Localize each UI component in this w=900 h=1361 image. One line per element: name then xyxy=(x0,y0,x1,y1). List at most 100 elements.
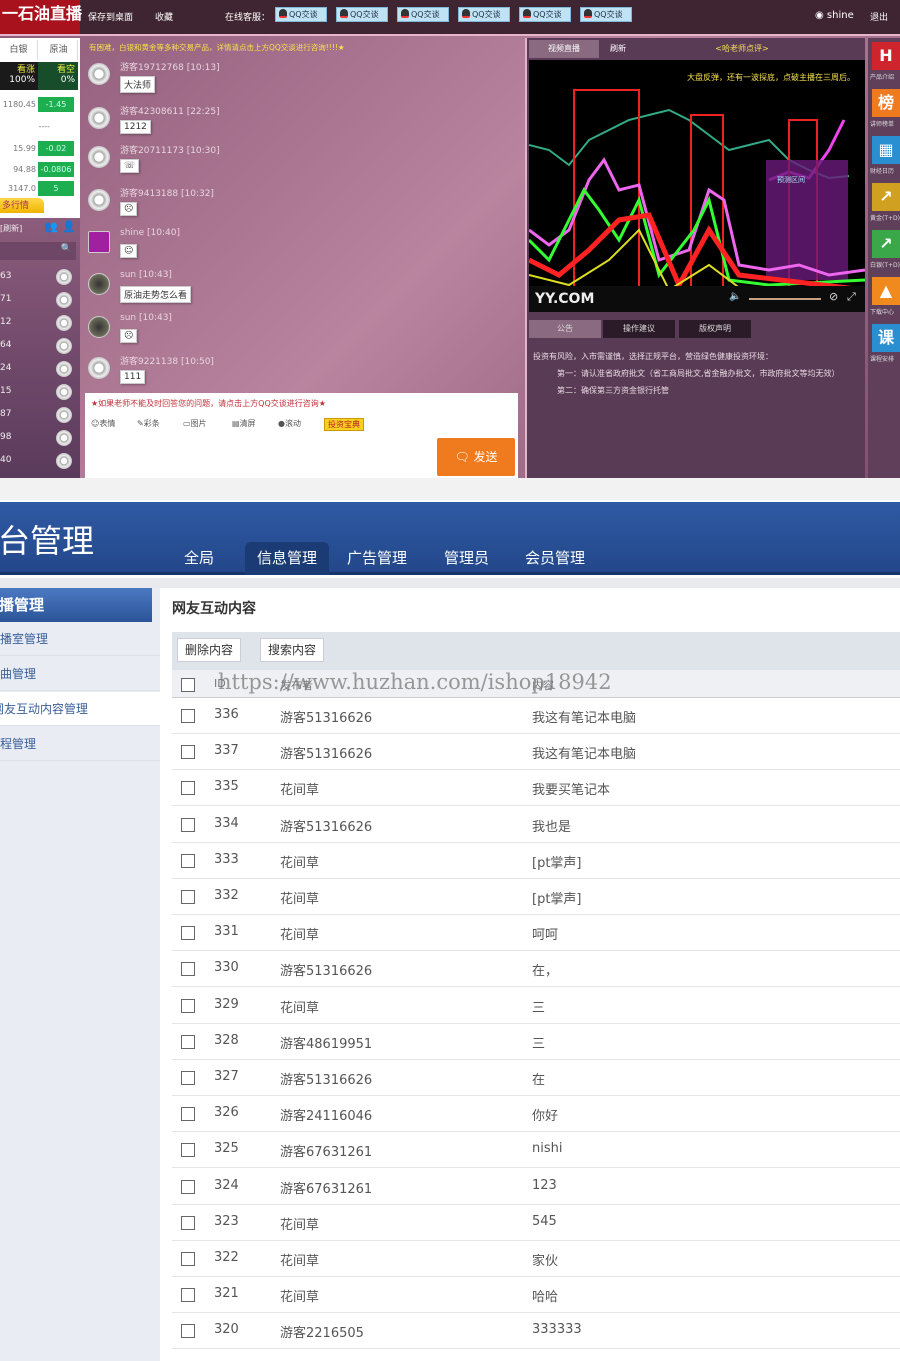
side-gold-icon[interactable]: ↗ xyxy=(872,183,900,211)
delete-content-button[interactable]: 删除内容 xyxy=(177,638,242,662)
sidebar-item[interactable]: 网友互动内容管理 xyxy=(0,692,160,726)
row-checkbox[interactable] xyxy=(181,853,195,868)
tab-copyright[interactable]: 版权声明 xyxy=(679,320,751,338)
tab-announcement[interactable]: 公告 xyxy=(529,320,601,338)
save-to-desktop-link[interactable]: 保存到桌面 xyxy=(88,10,133,23)
table-row[interactable]: 320 游客2216505 333333 xyxy=(172,1313,900,1350)
user-list-item[interactable]: 15 xyxy=(0,383,80,403)
volume-slider[interactable] xyxy=(749,298,821,300)
volume-icon[interactable]: 🔈 xyxy=(729,291,741,302)
row-checkbox[interactable] xyxy=(181,1215,195,1230)
refresh-users[interactable]: [刷新] xyxy=(0,223,22,234)
row-checkbox[interactable] xyxy=(181,709,195,723)
investment-guide-button[interactable]: 投资宝典 xyxy=(324,418,364,431)
table-row[interactable]: 337 游客51316626 我这有笔记本电脑 xyxy=(172,734,900,771)
nav-tab[interactable]: 会员管理 xyxy=(513,542,597,575)
user-name[interactable]: ◉ shine xyxy=(815,10,854,21)
video-player[interactable]: 大盘反弹，还有一波探底，点破主播在三周后。 预测区间 xyxy=(527,60,866,312)
table-row[interactable]: 333 花间草 [pt掌声] xyxy=(172,843,900,879)
sidebar-item[interactable]: 课程管理 xyxy=(0,727,160,761)
row-checkbox[interactable] xyxy=(181,745,195,760)
scroll-button[interactable]: ●滚动 xyxy=(278,418,301,429)
chat-input-area[interactable]: ★如果老师不能及时回答您的问题，请点击上方QQ交谈进行咨询★ ☺表情 ✎彩条 ▭图片… xyxy=(85,393,518,478)
table-row[interactable]: 323 花间草 545 xyxy=(172,1205,900,1241)
user-list-item[interactable]: 63 xyxy=(0,268,80,288)
row-checkbox[interactable] xyxy=(181,1071,195,1085)
refresh-button[interactable]: 刷新 xyxy=(603,40,633,58)
side-silver-icon[interactable]: ↗ xyxy=(872,230,900,258)
table-row[interactable]: 326 游客24116046 你好 xyxy=(172,1096,900,1133)
table-row[interactable]: 330 游客51316626 在， xyxy=(172,951,900,988)
qq-chat-button[interactable]: QQ交谈 xyxy=(275,7,327,22)
cell-content: 我要买笔记本 xyxy=(532,783,611,799)
nav-tab[interactable]: 管理员 xyxy=(432,542,501,575)
color-bar-button[interactable]: ✎彩条 xyxy=(137,418,160,429)
row-checkbox[interactable] xyxy=(181,781,195,796)
row-checkbox[interactable] xyxy=(181,817,195,832)
side-ranking-icon[interactable]: 榜 xyxy=(872,89,900,117)
user-search[interactable]: 🔍 xyxy=(0,242,76,260)
user-list-item[interactable]: 12 xyxy=(0,314,80,334)
nav-tab[interactable]: 全局 xyxy=(172,542,226,575)
qq-chat-button[interactable]: QQ交谈 xyxy=(458,7,510,22)
select-all-checkbox[interactable] xyxy=(181,678,195,692)
clear-button[interactable]: ▤清屏 xyxy=(232,418,256,429)
side-course-icon[interactable]: 课 xyxy=(872,324,900,352)
sidebar-item[interactable]: 歌曲管理 xyxy=(0,657,160,691)
user-list-item[interactable]: 71 xyxy=(0,291,80,311)
side-product-icon[interactable]: H xyxy=(872,42,900,70)
tab-oil[interactable]: 原油 xyxy=(40,40,78,60)
table-row[interactable]: 321 花间草 哈哈 xyxy=(172,1277,900,1314)
table-row[interactable]: 336 游客51316626 我这有笔记本电脑 xyxy=(172,698,900,734)
group-icon[interactable]: 👥 xyxy=(44,220,58,233)
qq-chat-button[interactable]: QQ交谈 xyxy=(519,7,571,22)
row-checkbox[interactable] xyxy=(181,1288,195,1303)
table-row[interactable]: 334 游客51316626 我也是 xyxy=(172,807,900,843)
table-row[interactable]: 329 花间草 三 xyxy=(172,988,900,1024)
side-download-icon[interactable]: ▲ xyxy=(872,277,900,305)
row-checkbox[interactable] xyxy=(181,998,195,1013)
nav-tab[interactable]: 信息管理 xyxy=(245,542,330,575)
logout-link[interactable]: 退出 xyxy=(870,10,888,23)
table-row[interactable]: 332 花间草 [pt掌声] xyxy=(172,879,900,915)
qq-chat-button[interactable]: QQ交谈 xyxy=(336,7,388,22)
sidebar-item[interactable]: 直播室管理 xyxy=(0,622,160,656)
table-row[interactable]: 322 花间草 家伙 xyxy=(172,1241,900,1277)
table-row[interactable]: 328 游客48619951 三 xyxy=(172,1024,900,1060)
fullscreen-icon[interactable]: ⤢ xyxy=(847,290,856,304)
table-row[interactable]: 331 花间草 呵呵 xyxy=(172,915,900,952)
more-quotes-button[interactable]: 多行情 xyxy=(0,198,44,213)
qq-chat-button[interactable]: QQ交谈 xyxy=(397,7,449,22)
row-checkbox[interactable] xyxy=(181,1252,195,1266)
user-list-item[interactable]: 40 xyxy=(0,452,80,472)
tab-operation-advice[interactable]: 操作建议 xyxy=(603,320,675,338)
tab-live-video[interactable]: 视频直播 xyxy=(529,40,599,58)
table-row[interactable]: 325 游客67631261 nishi xyxy=(172,1132,900,1169)
row-checkbox[interactable] xyxy=(181,1179,195,1194)
row-checkbox[interactable] xyxy=(181,1107,195,1122)
row-checkbox[interactable] xyxy=(181,1143,195,1158)
row-checkbox[interactable] xyxy=(181,926,195,941)
send-button[interactable]: 🗨 发送 xyxy=(437,438,515,476)
row-checkbox[interactable] xyxy=(181,1034,195,1049)
settings-icon[interactable]: ⊘ xyxy=(829,290,838,303)
row-checkbox[interactable] xyxy=(181,1324,195,1339)
table-row[interactable]: 324 游客67631261 123 xyxy=(172,1169,900,1205)
user-list-item[interactable]: 64 xyxy=(0,337,80,357)
search-content-button[interactable]: 搜索内容 xyxy=(260,638,325,662)
user-list-item[interactable]: 98 xyxy=(0,429,80,449)
user-list-item[interactable]: 24 xyxy=(0,360,80,380)
person-icon[interactable]: 👤 xyxy=(62,220,76,233)
emoji-button[interactable]: ☺表情 xyxy=(91,418,115,429)
row-checkbox[interactable] xyxy=(181,962,195,977)
nav-tab[interactable]: 广告管理 xyxy=(335,542,419,575)
row-checkbox[interactable] xyxy=(181,890,195,904)
table-row[interactable]: 335 花间草 我要买笔记本 xyxy=(172,770,900,807)
favorite-link[interactable]: 收藏 xyxy=(155,10,173,23)
tab-silver[interactable]: 白银 xyxy=(0,40,38,60)
image-button[interactable]: ▭图片 xyxy=(183,418,207,429)
qq-chat-button[interactable]: QQ交谈 xyxy=(580,7,632,22)
side-calendar-icon[interactable]: ▦ xyxy=(872,136,900,164)
user-list-item[interactable]: 87 xyxy=(0,406,80,426)
table-row[interactable]: 327 游客51316626 在 xyxy=(172,1060,900,1096)
